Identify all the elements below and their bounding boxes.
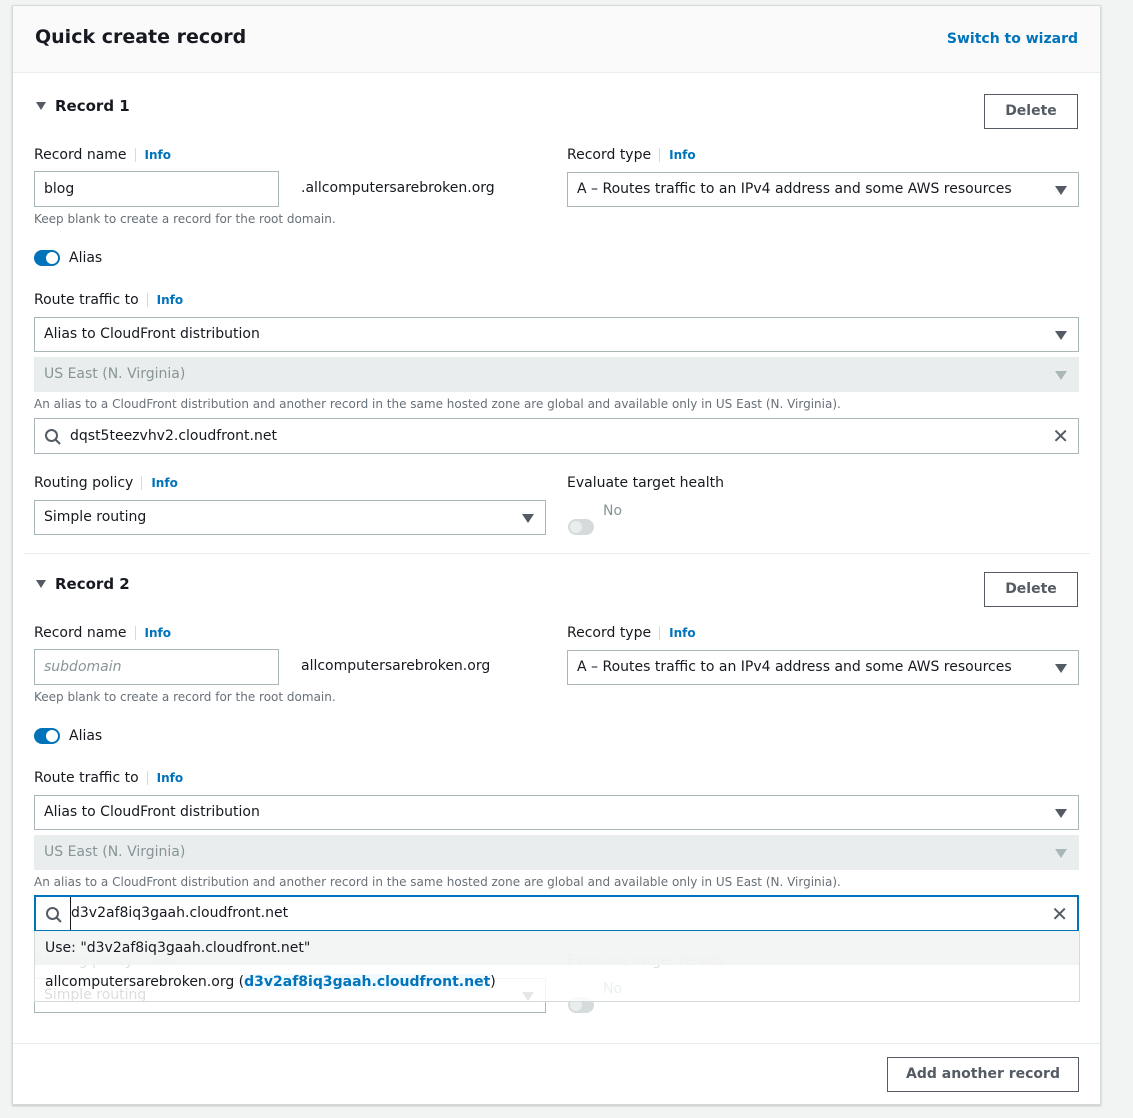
record-1-section: Record 1 Delete Record name Info blog .al… [0, 0, 1133, 535]
record-type-label: Record type Info [567, 147, 696, 163]
region-value: US East (N. Virginia) [44, 844, 186, 860]
record-name-info-link[interactable]: Info [134, 626, 172, 640]
record-divider [24, 553, 1090, 554]
alias-target-search-input[interactable]: dqst5teezvhv2.cloudfront.net ✕ [34, 418, 1079, 454]
dropdown-option-use[interactable]: Use: "d3v2af8iq3gaah.cloudfront.net" [35, 931, 1079, 965]
record-name-placeholder: subdomain [44, 659, 122, 675]
domain-suffix: allcomputersarebroken.org [301, 658, 491, 674]
option-domain: allcomputersarebroken.org ( [45, 974, 245, 990]
domain-suffix: .allcomputersarebroken.org [301, 180, 495, 196]
route-traffic-label: Route traffic to Info [34, 770, 184, 786]
record-name-label-text: Record name [34, 625, 127, 641]
record-name-input[interactable]: subdomain [34, 649, 279, 685]
alias-target-value: dqst5teezvhv2.cloudfront.net [70, 428, 277, 444]
delete-record-button[interactable]: Delete [984, 572, 1078, 607]
alias-target-value: d3v2af8iq3gaah.cloudfront.net [70, 897, 288, 930]
route-traffic-info-link[interactable]: Info [146, 771, 184, 785]
record-name-hint: Keep blank to create a record for the ro… [34, 690, 336, 704]
record-name-label: Record name Info [34, 625, 172, 641]
alias-toggle[interactable] [34, 728, 60, 744]
clear-icon[interactable]: ✕ [1051, 904, 1068, 924]
record-name-input[interactable]: blog [34, 171, 279, 207]
record-type-value: A – Routes traffic to an IPv4 address an… [577, 181, 1012, 197]
record-2-section: Record 2 Delete Record name Info subdomai… [0, 478, 1133, 1013]
record-type-label-text: Record type [567, 625, 652, 641]
route-traffic-select[interactable]: Alias to CloudFront distribution [34, 795, 1079, 830]
record-type-value: A – Routes traffic to an IPv4 address an… [577, 659, 1012, 675]
record-name-label-text: Record name [34, 147, 127, 163]
caret-down-icon [1055, 371, 1067, 380]
alias-target-search-input[interactable]: d3v2af8iq3gaah.cloudfront.net ✕ [34, 895, 1079, 932]
option-suffix: ) [490, 974, 496, 990]
record-title: Record 2 [55, 575, 130, 593]
record-type-info-link[interactable]: Info [659, 148, 696, 162]
option-match: d3v2af8iq3gaah.cloudfront.net [244, 974, 491, 990]
alias-note: An alias to a CloudFront distribution an… [34, 875, 841, 889]
caret-down-icon [1055, 849, 1067, 858]
record-type-select[interactable]: A – Routes traffic to an IPv4 address an… [567, 650, 1079, 685]
footer-divider [13, 1043, 1100, 1044]
clear-icon[interactable]: ✕ [1052, 426, 1069, 446]
record-name-hint: Keep blank to create a record for the ro… [34, 212, 336, 226]
record-name-label: Record name Info [34, 147, 172, 163]
route-traffic-label-text: Route traffic to [34, 292, 139, 308]
record-name-info-link[interactable]: Info [134, 148, 172, 162]
route-traffic-info-link[interactable]: Info [146, 293, 184, 307]
region-select: US East (N. Virginia) [34, 357, 1079, 392]
search-icon [45, 429, 61, 445]
caret-down-icon [1055, 186, 1067, 195]
collapse-caret-icon[interactable] [36, 102, 46, 110]
add-another-record-button[interactable]: Add another record [887, 1057, 1079, 1092]
route-traffic-value: Alias to CloudFront distribution [44, 804, 260, 820]
search-icon [46, 907, 62, 923]
record-type-label-text: Record type [567, 147, 652, 163]
record-type-label: Record type Info [567, 625, 696, 641]
caret-down-icon [1055, 331, 1067, 340]
alias-note: An alias to a CloudFront distribution an… [34, 397, 841, 411]
route-traffic-label: Route traffic to Info [34, 292, 184, 308]
record-title: Record 1 [55, 97, 130, 115]
record-type-info-link[interactable]: Info [659, 626, 696, 640]
alias-label: Alias [69, 728, 103, 744]
delete-record-button[interactable]: Delete [984, 94, 1078, 129]
route-traffic-value: Alias to CloudFront distribution [44, 326, 260, 342]
dropdown-option-distribution[interactable]: allcomputersarebroken.org (d3v2af8iq3gaa… [35, 965, 1079, 999]
region-value: US East (N. Virginia) [44, 366, 186, 382]
alias-target-dropdown: Use: "d3v2af8iq3gaah.cloudfront.net" allc… [34, 931, 1080, 1002]
route-traffic-label-text: Route traffic to [34, 770, 139, 786]
region-select: US East (N. Virginia) [34, 835, 1079, 870]
alias-label: Alias [69, 250, 103, 266]
collapse-caret-icon[interactable] [36, 580, 46, 588]
alias-toggle[interactable] [34, 250, 60, 266]
record-type-select[interactable]: A – Routes traffic to an IPv4 address an… [567, 172, 1079, 207]
record-name-value: blog [44, 181, 75, 197]
caret-down-icon [1055, 664, 1067, 673]
caret-down-icon [1055, 809, 1067, 818]
route-traffic-select[interactable]: Alias to CloudFront distribution [34, 317, 1079, 352]
